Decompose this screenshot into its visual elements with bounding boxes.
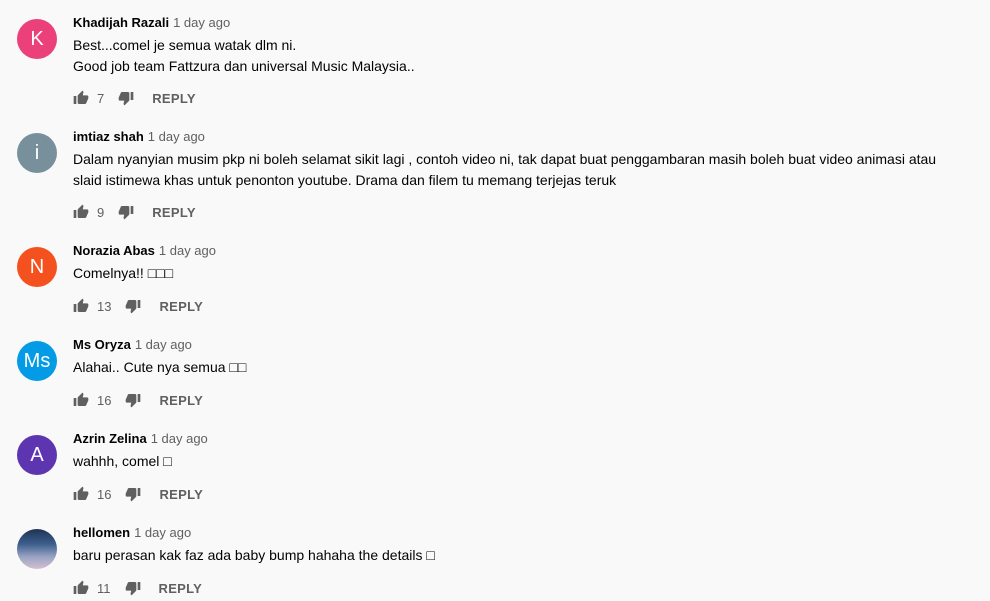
avatar[interactable]: N bbox=[17, 247, 57, 287]
thumb-down-icon[interactable] bbox=[125, 580, 141, 596]
reply-button[interactable]: REPLY bbox=[152, 91, 196, 106]
comment-text-line: slaid istimewa khas untuk penonton youtu… bbox=[73, 172, 617, 188]
comment-header: Norazia Abas 1 day ago bbox=[73, 242, 953, 260]
comment-text-line: Good job team Fattzura dan universal Mus… bbox=[73, 58, 415, 74]
thumb-down-icon[interactable] bbox=[125, 486, 141, 502]
comment-header: hellomen 1 day ago bbox=[73, 524, 953, 542]
comment-header: Azrin Zelina 1 day ago bbox=[73, 430, 953, 448]
published-time[interactable]: 1 day ago bbox=[135, 337, 192, 352]
avatar-initial: A bbox=[30, 443, 44, 466]
comment-body: hellomen 1 day ago baru perasan kak faz a… bbox=[73, 524, 953, 566]
published-time[interactable]: 1 day ago bbox=[159, 243, 216, 258]
comment-text: wahhh, comel □ bbox=[73, 451, 953, 472]
avatar-initial: K bbox=[30, 27, 44, 50]
like-count: 7 bbox=[97, 90, 105, 106]
thumb-down-icon[interactable] bbox=[125, 392, 141, 408]
published-time[interactable]: 1 day ago bbox=[134, 525, 191, 540]
reply-button[interactable]: REPLY bbox=[159, 487, 203, 502]
comment-text: Alahai.. Cute nya semua □□ bbox=[73, 357, 953, 378]
comment-actions: 16 REPLY bbox=[73, 388, 203, 412]
author-name[interactable]: Khadijah Razali bbox=[73, 15, 169, 30]
author-name[interactable]: Norazia Abas bbox=[73, 243, 155, 258]
comment-body: Khadijah Razali 1 day ago Best...comel je… bbox=[73, 14, 953, 77]
comment-body: Ms Oryza 1 day ago Alahai.. Cute nya semu… bbox=[73, 336, 953, 378]
comment-actions: 11 REPLY bbox=[73, 576, 202, 600]
reply-button[interactable]: REPLY bbox=[159, 393, 203, 408]
comment-header: Khadijah Razali 1 day ago bbox=[73, 14, 953, 32]
avatar[interactable]: i bbox=[17, 133, 57, 173]
comment-text-line: Best...comel je semua watak dlm ni. bbox=[73, 37, 297, 53]
comment-text: Dalam nyanyian musim pkp ni boleh selama… bbox=[73, 149, 953, 191]
thumb-up-icon[interactable] bbox=[73, 392, 89, 408]
like-count: 13 bbox=[97, 298, 112, 314]
thumb-down-icon[interactable] bbox=[125, 298, 141, 314]
thumb-up-icon[interactable] bbox=[73, 298, 89, 314]
comments-section: K Khadijah Razali 1 day ago Best...comel … bbox=[0, 0, 990, 601]
author-name[interactable]: hellomen bbox=[73, 525, 130, 540]
like-count: 11 bbox=[97, 580, 111, 596]
thumb-down-icon[interactable] bbox=[118, 204, 134, 220]
published-time[interactable]: 1 day ago bbox=[151, 431, 208, 446]
avatar-initial: N bbox=[29, 255, 45, 278]
comment-text: Comelnya!! □□□ bbox=[73, 263, 953, 284]
like-count: 16 bbox=[97, 392, 112, 408]
comment-body: Norazia Abas 1 day ago Comelnya!! □□□ bbox=[73, 242, 953, 284]
thumb-down-icon[interactable] bbox=[118, 90, 134, 106]
comment-actions: 7 REPLY bbox=[73, 86, 196, 110]
author-name[interactable]: Azrin Zelina bbox=[73, 431, 147, 446]
comment-text: baru perasan kak faz ada baby bump hahah… bbox=[73, 545, 953, 566]
thumb-up-icon[interactable] bbox=[73, 204, 89, 220]
like-count: 9 bbox=[97, 204, 105, 220]
author-name[interactable]: imtiaz shah bbox=[73, 129, 144, 144]
reply-button[interactable]: REPLY bbox=[152, 205, 196, 220]
avatar-initial: i bbox=[34, 141, 40, 164]
comment-header: Ms Oryza 1 day ago bbox=[73, 336, 953, 354]
comment-text-line: baru perasan kak faz ada baby bump hahah… bbox=[73, 547, 435, 563]
like-count: 16 bbox=[97, 486, 112, 502]
comment-text-line: Alahai.. Cute nya semua □□ bbox=[73, 359, 247, 375]
comment-body: Azrin Zelina 1 day ago wahhh, comel □ bbox=[73, 430, 953, 472]
published-time[interactable]: 1 day ago bbox=[173, 15, 230, 30]
avatar[interactable]: A bbox=[17, 435, 57, 475]
comment-text: Best...comel je semua watak dlm ni. Good… bbox=[73, 35, 953, 77]
reply-button[interactable]: REPLY bbox=[159, 299, 203, 314]
published-time[interactable]: 1 day ago bbox=[148, 129, 205, 144]
avatar[interactable]: K bbox=[17, 19, 57, 59]
comment-actions: 13 REPLY bbox=[73, 294, 203, 318]
reply-button[interactable]: REPLY bbox=[159, 581, 203, 596]
avatar-initial: Ms bbox=[23, 349, 51, 372]
avatar[interactable] bbox=[17, 529, 57, 569]
comment-text-line: Comelnya!! □□□ bbox=[73, 265, 174, 281]
comment-text-line: wahhh, comel □ bbox=[73, 453, 172, 469]
thumb-up-icon[interactable] bbox=[73, 580, 89, 596]
thumb-up-icon[interactable] bbox=[73, 486, 89, 502]
comment-body: imtiaz shah 1 day ago Dalam nyanyian musi… bbox=[73, 128, 953, 191]
author-name[interactable]: Ms Oryza bbox=[73, 337, 131, 352]
comment-text-line: Dalam nyanyian musim pkp ni boleh selama… bbox=[73, 151, 937, 167]
avatar[interactable]: Ms bbox=[17, 341, 57, 381]
comment-header: imtiaz shah 1 day ago bbox=[73, 128, 953, 146]
comment-actions: 16 REPLY bbox=[73, 482, 203, 506]
comment-actions: 9 REPLY bbox=[73, 200, 196, 224]
thumb-up-icon[interactable] bbox=[73, 90, 89, 106]
